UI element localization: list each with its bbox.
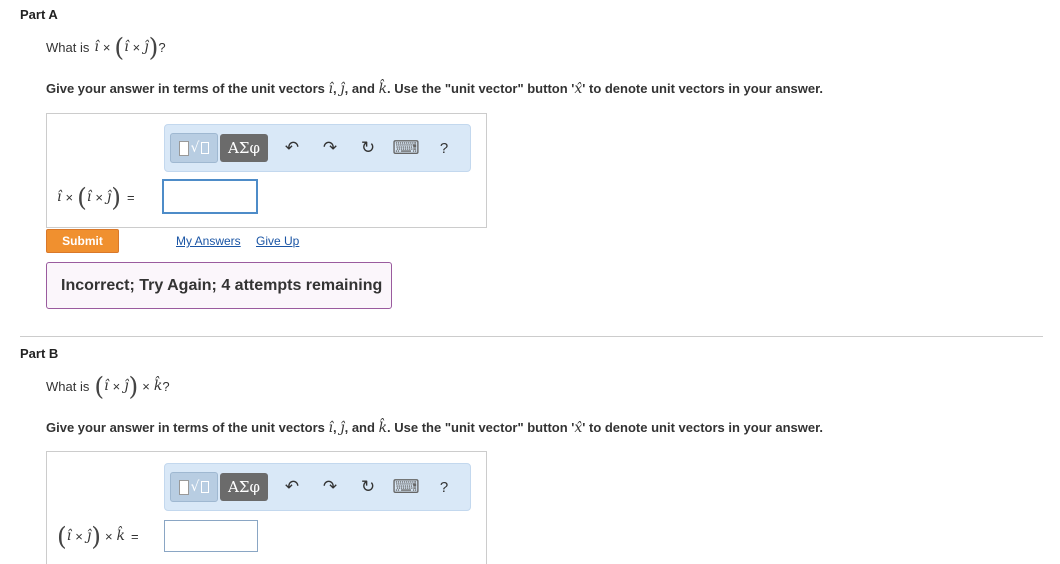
give-up-link[interactable]: Give Up	[256, 234, 299, 248]
keyboard-icon[interactable]: ⌨	[392, 477, 419, 498]
instructions-text: ' to denote unit vectors in your answer.	[582, 420, 824, 435]
times-sign: ×	[75, 528, 83, 544]
instructions-text: Give your answer in terms of the unit ve…	[46, 81, 325, 96]
times-sign: ×	[142, 378, 150, 394]
comma: ,	[332, 81, 337, 96]
times-sign: ×	[132, 39, 141, 55]
right-paren: )	[91, 521, 101, 551]
comma: ,	[344, 420, 349, 435]
part-b-math-toolbar: √ ΑΣφ ↶ ↷ ↻ ⌨ ?	[164, 463, 471, 511]
right-paren: )	[148, 32, 159, 62]
templates-button[interactable]: √	[170, 472, 218, 502]
part-b-expression-label: ( î × ĵ ) × k̂ =	[57, 521, 139, 551]
part-a-answer-input[interactable]	[162, 179, 258, 214]
equals-sign: =	[131, 528, 139, 544]
left-paren: (	[94, 371, 105, 401]
undo-icon[interactable]: ↶	[282, 138, 302, 158]
instructions-text: . Use the "unit vector" button '	[387, 81, 575, 96]
comma: ,	[344, 81, 349, 96]
part-a-expression-label: î × ( î × ĵ ) =	[57, 182, 135, 212]
comma: ,	[332, 420, 337, 435]
k-hat: k̂	[378, 81, 388, 97]
redo-icon[interactable]: ↷	[320, 138, 340, 158]
k-hat: k̂	[153, 378, 163, 394]
template-box-icon	[178, 140, 189, 156]
left-paren: (	[57, 521, 67, 551]
i-hat: î	[104, 378, 109, 394]
feedback-message: Incorrect; Try Again; 4 attempts remaini…	[46, 262, 392, 309]
right-paren: )	[128, 371, 139, 401]
sqrt-icon: √	[190, 479, 200, 495]
part-a-question: What is î × ( î × ĵ ) ?	[46, 33, 166, 61]
times-sign: ×	[104, 528, 113, 544]
k-hat: k̂	[116, 528, 126, 544]
templates-button[interactable]: √	[170, 133, 218, 163]
times-sign: ×	[102, 39, 111, 55]
reset-icon[interactable]: ↻	[358, 138, 378, 158]
instructions-and: and	[351, 420, 375, 435]
times-sign: ×	[112, 378, 121, 394]
times-sign: ×	[65, 189, 74, 205]
i-hat: î	[57, 189, 62, 205]
help-button[interactable]: ?	[434, 477, 454, 497]
keyboard-icon[interactable]: ⌨	[392, 138, 419, 159]
greek-symbols-button[interactable]: ΑΣφ	[220, 473, 268, 501]
i-hat: î	[94, 39, 99, 55]
instructions-text: Give your answer in terms of the unit ve…	[46, 420, 325, 435]
greek-symbols-button[interactable]: ΑΣφ	[220, 134, 268, 162]
template-box-icon	[201, 142, 210, 154]
part-a-math-toolbar: √ ΑΣφ ↶ ↷ ↻ ⌨ ?	[164, 124, 471, 172]
template-box-icon	[178, 479, 189, 495]
part-b-question: What is ( î × ĵ ) × k̂ ?	[46, 371, 170, 401]
template-box-icon	[201, 481, 210, 493]
question-suffix: ?	[158, 39, 166, 55]
equals-sign: =	[127, 189, 135, 205]
part-a-title: Part A	[20, 7, 58, 22]
times-sign: ×	[95, 189, 103, 205]
help-button[interactable]: ?	[434, 138, 454, 158]
part-b-instructions: Give your answer in terms of the unit ve…	[46, 420, 823, 436]
i-hat: î	[86, 189, 92, 205]
instructions-and: and	[351, 81, 375, 96]
i-hat: î	[124, 39, 129, 55]
part-b-title: Part B	[20, 346, 59, 361]
question-prefix: What is	[46, 378, 90, 394]
part-b-answer-input[interactable]	[164, 520, 258, 552]
submit-button[interactable]: Submit	[46, 229, 119, 253]
i-hat: î	[66, 528, 72, 544]
redo-icon[interactable]: ↷	[320, 477, 340, 497]
k-hat: k̂	[378, 420, 388, 436]
sqrt-icon: √	[190, 140, 200, 156]
instructions-text: . Use the "unit vector" button '	[387, 420, 575, 435]
question-suffix: ?	[162, 378, 170, 394]
my-answers-link[interactable]: My Answers	[176, 234, 241, 248]
left-paren: (	[77, 182, 87, 212]
instructions-text: ' to denote unit vectors in your answer.	[582, 81, 824, 96]
reset-icon[interactable]: ↻	[358, 477, 378, 497]
question-prefix: What is	[46, 39, 90, 55]
right-paren: )	[111, 182, 122, 212]
left-paren: (	[114, 32, 125, 62]
part-a-instructions: Give your answer in terms of the unit ve…	[46, 81, 823, 97]
undo-icon[interactable]: ↶	[282, 477, 302, 497]
part-divider	[20, 336, 1043, 337]
